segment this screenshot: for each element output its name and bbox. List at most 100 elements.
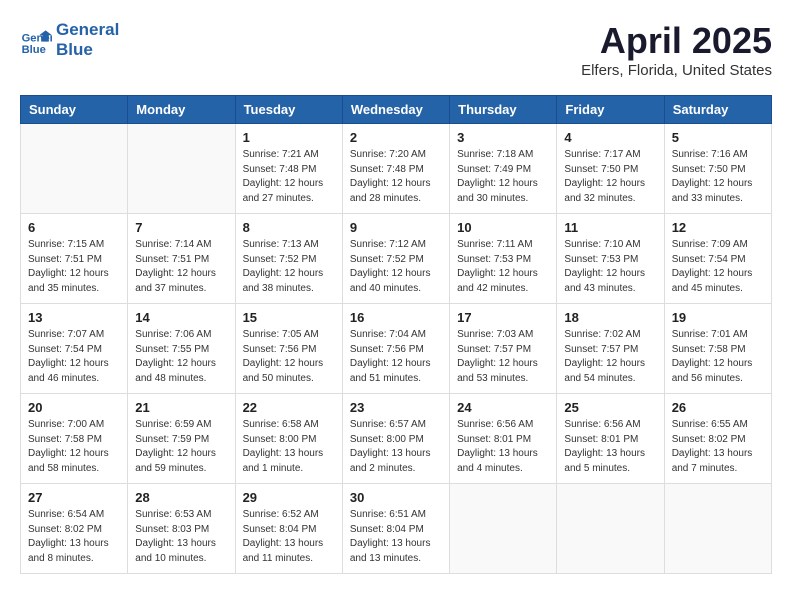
- logo-line1: General: [56, 20, 119, 40]
- calendar-cell: 19 Sunrise: 7:01 AM Sunset: 7:58 PM Dayli…: [664, 304, 771, 394]
- svg-text:Blue: Blue: [22, 44, 46, 56]
- weekday-header-sunday: Sunday: [21, 96, 128, 124]
- day-number: 5: [672, 130, 764, 145]
- day-number: 29: [243, 490, 335, 505]
- calendar-cell: [664, 484, 771, 574]
- day-number: 11: [564, 220, 656, 235]
- day-info: Sunrise: 7:03 AM Sunset: 7:57 PM Dayligh…: [457, 328, 549, 386]
- calendar-cell: 14 Sunrise: 7:06 AM Sunset: 7:55 PM Dayli…: [128, 304, 235, 394]
- day-info: Sunrise: 6:59 AM Sunset: 7:59 PM Dayligh…: [135, 418, 227, 476]
- week-row-4: 20Sunrise: 7:00 AM Sunset: 7:58 PM Dayli…: [21, 394, 772, 484]
- day-info: Sunrise: 7:11 AM Sunset: 7:53 PM Dayligh…: [457, 238, 549, 296]
- weekday-header-tuesday: Tuesday: [235, 96, 342, 124]
- day-number: 3: [457, 130, 549, 145]
- calendar-cell: 8Sunrise: 7:13 AM Sunset: 7:52 PM Daylig…: [235, 214, 342, 304]
- day-number: 10: [457, 220, 549, 235]
- day-number: 21: [135, 400, 227, 415]
- weekday-header-friday: Friday: [557, 96, 664, 124]
- week-row-1: 1 Sunrise: 7:21 AM Sunset: 7:48 PM Daylig…: [21, 124, 772, 214]
- day-number: 1: [243, 130, 335, 145]
- logo: General Blue General Blue: [20, 20, 119, 61]
- calendar-cell: 3 Sunrise: 7:18 AM Sunset: 7:49 PM Daylig…: [450, 124, 557, 214]
- day-info: Sunrise: 6:55 AM Sunset: 8:02 PM Dayligh…: [672, 418, 764, 476]
- day-info: Sunrise: 6:56 AM Sunset: 8:01 PM Dayligh…: [564, 418, 656, 476]
- day-info: Sunrise: 7:14 AM Sunset: 7:51 PM Dayligh…: [135, 238, 227, 296]
- weekday-header-saturday: Saturday: [664, 96, 771, 124]
- day-number: 27: [28, 490, 120, 505]
- calendar-cell: [450, 484, 557, 574]
- weekday-header-thursday: Thursday: [450, 96, 557, 124]
- day-number: 2: [350, 130, 442, 145]
- day-info: Sunrise: 6:51 AM Sunset: 8:04 PM Dayligh…: [350, 508, 442, 566]
- calendar-cell: 10 Sunrise: 7:11 AM Sunset: 7:53 PM Dayli…: [450, 214, 557, 304]
- calendar-table: SundayMondayTuesdayWednesdayThursdayFrid…: [20, 95, 772, 574]
- calendar-cell: 16 Sunrise: 7:04 AM Sunset: 7:56 PM Dayli…: [342, 304, 449, 394]
- day-info: Sunrise: 7:04 AM Sunset: 7:56 PM Dayligh…: [350, 328, 442, 386]
- calendar-cell: 23 Sunrise: 6:57 AM Sunset: 8:00 PM Dayli…: [342, 394, 449, 484]
- day-info: Sunrise: 6:56 AM Sunset: 8:01 PM Dayligh…: [457, 418, 549, 476]
- day-number: 7: [135, 220, 227, 235]
- day-info: Sunrise: 7:18 AM Sunset: 7:49 PM Dayligh…: [457, 148, 549, 206]
- weekday-header-wednesday: Wednesday: [342, 96, 449, 124]
- day-number: 23: [350, 400, 442, 415]
- day-info: Sunrise: 7:15 AM Sunset: 7:51 PM Dayligh…: [28, 238, 120, 296]
- calendar-cell: [128, 124, 235, 214]
- calendar-cell: 25 Sunrise: 6:56 AM Sunset: 8:01 PM Dayli…: [557, 394, 664, 484]
- weekday-header-row: SundayMondayTuesdayWednesdayThursdayFrid…: [21, 96, 772, 124]
- weekday-header-monday: Monday: [128, 96, 235, 124]
- day-number: 30: [350, 490, 442, 505]
- day-number: 14: [135, 310, 227, 325]
- week-row-5: 27Sunrise: 6:54 AM Sunset: 8:02 PM Dayli…: [21, 484, 772, 574]
- week-row-2: 6 Sunrise: 7:15 AM Sunset: 7:51 PM Daylig…: [21, 214, 772, 304]
- calendar-cell: 29 Sunrise: 6:52 AM Sunset: 8:04 PM Dayli…: [235, 484, 342, 574]
- day-info: Sunrise: 6:52 AM Sunset: 8:04 PM Dayligh…: [243, 508, 335, 566]
- day-number: 25: [564, 400, 656, 415]
- title-block: April 2025 Elfers, Florida, United State…: [581, 20, 772, 79]
- day-number: 15: [243, 310, 335, 325]
- calendar-cell: 5Sunrise: 7:16 AM Sunset: 7:50 PM Daylig…: [664, 124, 771, 214]
- day-number: 12: [672, 220, 764, 235]
- calendar-cell: [21, 124, 128, 214]
- day-info: Sunrise: 7:01 AM Sunset: 7:58 PM Dayligh…: [672, 328, 764, 386]
- day-number: 6: [28, 220, 120, 235]
- day-info: Sunrise: 7:05 AM Sunset: 7:56 PM Dayligh…: [243, 328, 335, 386]
- page-header: General Blue General Blue April 2025 Elf…: [20, 20, 772, 79]
- day-info: Sunrise: 7:17 AM Sunset: 7:50 PM Dayligh…: [564, 148, 656, 206]
- day-info: Sunrise: 7:06 AM Sunset: 7:55 PM Dayligh…: [135, 328, 227, 386]
- week-row-3: 13Sunrise: 7:07 AM Sunset: 7:54 PM Dayli…: [21, 304, 772, 394]
- day-info: Sunrise: 7:13 AM Sunset: 7:52 PM Dayligh…: [243, 238, 335, 296]
- calendar-cell: 22 Sunrise: 6:58 AM Sunset: 8:00 PM Dayli…: [235, 394, 342, 484]
- day-info: Sunrise: 6:58 AM Sunset: 8:00 PM Dayligh…: [243, 418, 335, 476]
- day-number: 16: [350, 310, 442, 325]
- day-number: 22: [243, 400, 335, 415]
- calendar-cell: 4 Sunrise: 7:17 AM Sunset: 7:50 PM Daylig…: [557, 124, 664, 214]
- calendar-cell: 1 Sunrise: 7:21 AM Sunset: 7:48 PM Daylig…: [235, 124, 342, 214]
- calendar-cell: 18Sunrise: 7:02 AM Sunset: 7:57 PM Dayli…: [557, 304, 664, 394]
- day-info: Sunrise: 7:20 AM Sunset: 7:48 PM Dayligh…: [350, 148, 442, 206]
- calendar-cell: 20Sunrise: 7:00 AM Sunset: 7:58 PM Dayli…: [21, 394, 128, 484]
- calendar-cell: 26Sunrise: 6:55 AM Sunset: 8:02 PM Dayli…: [664, 394, 771, 484]
- calendar-cell: 28Sunrise: 6:53 AM Sunset: 8:03 PM Dayli…: [128, 484, 235, 574]
- day-number: 4: [564, 130, 656, 145]
- calendar-cell: [557, 484, 664, 574]
- calendar-cell: 24Sunrise: 6:56 AM Sunset: 8:01 PM Dayli…: [450, 394, 557, 484]
- day-number: 19: [672, 310, 764, 325]
- calendar-cell: 11 Sunrise: 7:10 AM Sunset: 7:53 PM Dayli…: [557, 214, 664, 304]
- calendar-cell: 17 Sunrise: 7:03 AM Sunset: 7:57 PM Dayli…: [450, 304, 557, 394]
- calendar-cell: 12 Sunrise: 7:09 AM Sunset: 7:54 PM Dayli…: [664, 214, 771, 304]
- location: Elfers, Florida, United States: [581, 62, 772, 79]
- day-info: Sunrise: 7:21 AM Sunset: 7:48 PM Dayligh…: [243, 148, 335, 206]
- calendar-cell: 15 Sunrise: 7:05 AM Sunset: 7:56 PM Dayli…: [235, 304, 342, 394]
- day-number: 17: [457, 310, 549, 325]
- day-info: Sunrise: 7:09 AM Sunset: 7:54 PM Dayligh…: [672, 238, 764, 296]
- day-number: 9: [350, 220, 442, 235]
- day-info: Sunrise: 6:57 AM Sunset: 8:00 PM Dayligh…: [350, 418, 442, 476]
- day-info: Sunrise: 7:07 AM Sunset: 7:54 PM Dayligh…: [28, 328, 120, 386]
- day-number: 20: [28, 400, 120, 415]
- day-info: Sunrise: 6:53 AM Sunset: 8:03 PM Dayligh…: [135, 508, 227, 566]
- logo-line2: Blue: [56, 40, 119, 60]
- calendar-cell: 7 Sunrise: 7:14 AM Sunset: 7:51 PM Daylig…: [128, 214, 235, 304]
- calendar-cell: 13Sunrise: 7:07 AM Sunset: 7:54 PM Dayli…: [21, 304, 128, 394]
- day-info: Sunrise: 7:10 AM Sunset: 7:53 PM Dayligh…: [564, 238, 656, 296]
- calendar-cell: 21 Sunrise: 6:59 AM Sunset: 7:59 PM Dayli…: [128, 394, 235, 484]
